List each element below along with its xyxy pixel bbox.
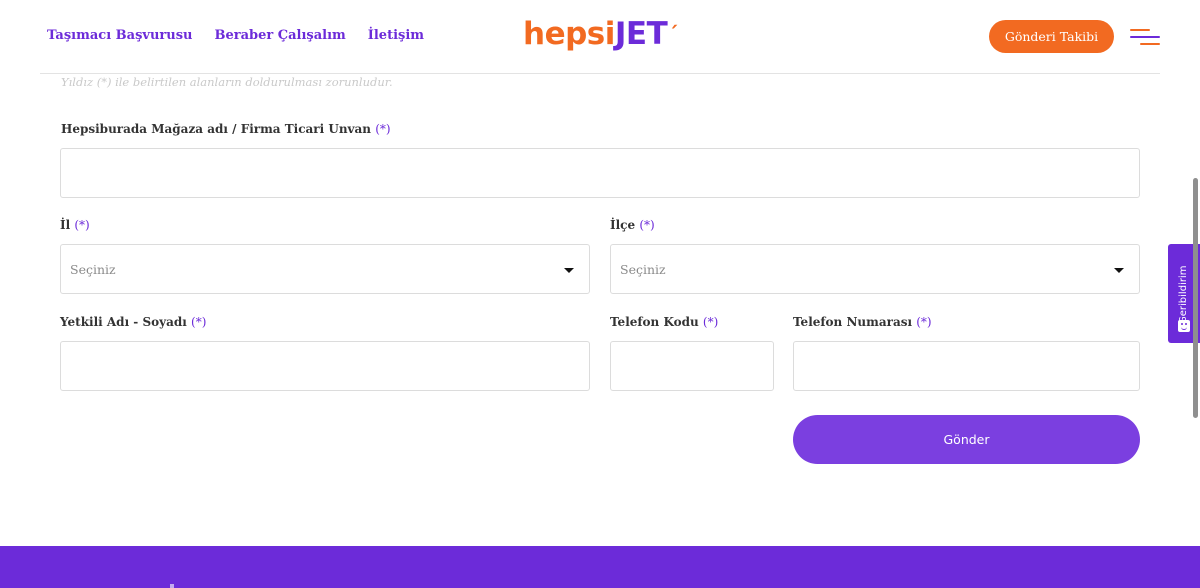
header-divider xyxy=(40,73,1160,74)
contact-name-input[interactable] xyxy=(60,341,590,391)
required-marker: (*) xyxy=(702,315,719,329)
city-label: İl (*) xyxy=(60,218,90,232)
required-marker: (*) xyxy=(375,122,391,136)
required-marker: (*) xyxy=(916,315,932,329)
phone-code-input[interactable] xyxy=(610,341,774,391)
district-select-placeholder: Seçiniz xyxy=(620,261,666,277)
chevron-down-icon xyxy=(1114,268,1124,273)
required-marker: (*) xyxy=(74,218,90,232)
district-select[interactable]: Seçiniz xyxy=(610,244,1140,294)
required-marker: (*) xyxy=(639,218,655,232)
hepsijet-logo[interactable]: hepsiJET´ xyxy=(523,14,678,54)
phone-code-label: Telefon Kodu (*) xyxy=(610,315,718,329)
site-footer xyxy=(0,546,1200,588)
chevron-down-icon xyxy=(564,268,574,273)
store-name-label-text: Hepsiburada Mağaza adı / Firma Ticari Un… xyxy=(61,122,372,136)
city-select-placeholder: Seçiniz xyxy=(70,261,116,277)
contact-name-label: Yetkili Adı - Soyadı (*) xyxy=(60,315,206,329)
store-name-input[interactable] xyxy=(60,148,1140,198)
store-name-label: Hepsiburada Mağaza adı / Firma Ticari Un… xyxy=(61,122,391,136)
nav-link-contact[interactable]: İletişim xyxy=(368,28,424,43)
phone-number-label-text: Telefon Numarası xyxy=(793,315,913,329)
phone-code-label-text: Telefon Kodu xyxy=(610,315,699,329)
feedback-tab-label: Geribildirim xyxy=(1178,265,1189,324)
district-label: İlçe (*) xyxy=(610,218,655,232)
site-header: Taşımacı Başvurusu Beraber Çalışalım İle… xyxy=(0,0,1200,74)
district-label-text: İlçe xyxy=(610,218,636,232)
hamburger-menu-icon[interactable] xyxy=(1130,29,1162,47)
nav-link-carrier-application[interactable]: Taşımacı Başvurusu xyxy=(47,28,192,43)
logo-text-jet: JET xyxy=(614,16,668,52)
logo-text-hepsi: hepsi xyxy=(523,16,615,52)
submit-button[interactable]: Gönder xyxy=(793,415,1140,464)
phone-number-label: Telefon Numarası (*) xyxy=(793,315,932,329)
shipment-tracking-button[interactable]: Gönderi Takibi xyxy=(989,20,1114,53)
required-fields-note: Yıldız (*) ile belirtilen alanların dold… xyxy=(61,75,393,89)
page-scrollbar[interactable] xyxy=(1193,178,1198,418)
city-select[interactable]: Seçiniz xyxy=(60,244,590,294)
contact-name-label-text: Yetkili Adı - Soyadı xyxy=(60,315,187,329)
nav-link-work-together[interactable]: Beraber Çalışalım xyxy=(214,28,345,43)
phone-number-input[interactable] xyxy=(793,341,1140,391)
footer-decoration xyxy=(170,584,174,588)
city-label-text: İl xyxy=(60,218,71,232)
smiley-icon xyxy=(1178,320,1190,332)
logo-mark: ´ xyxy=(668,22,678,46)
top-nav: Taşımacı Başvurusu Beraber Çalışalım İle… xyxy=(47,28,424,43)
required-marker: (*) xyxy=(191,315,207,329)
